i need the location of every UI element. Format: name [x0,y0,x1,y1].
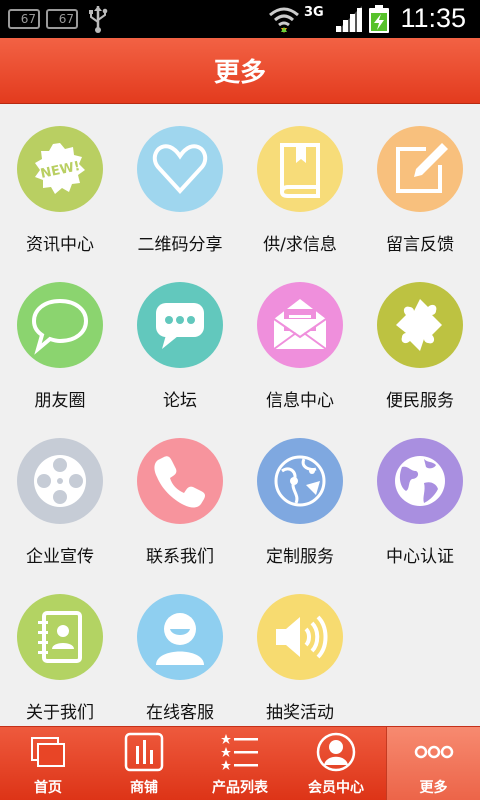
envelope-icon [257,282,343,368]
grid-item-forum[interactable]: 论坛 [120,260,240,416]
signal-icon [336,6,362,32]
usb-icon [89,6,108,33]
speaker-icon [257,594,343,680]
tab-more[interactable]: 更多 [386,727,480,800]
edit-icon [377,126,463,212]
grid-item-moments[interactable]: 朋友圈 [0,260,120,416]
notification-icon: 67 [46,9,78,29]
grid-item-lottery[interactable]: 抽奖活动 [240,572,360,728]
grid-item-online-support[interactable]: 在线客服 [120,572,240,728]
grid-item-label: 企业宣传 [26,547,94,567]
grid-item-convenience[interactable]: 便民服务 [360,260,480,416]
grid-item-feedback[interactable]: 留言反馈 [360,104,480,260]
new-badge-icon: NEW! [17,126,103,212]
shop-chart-icon [124,732,164,772]
page-title: 更多 [213,58,266,88]
grid-item-label: 供/求信息 [263,235,337,255]
notification-icon: 67 [8,9,40,29]
grid-item-about[interactable]: 关于我们 [0,572,120,728]
globe-icon [377,438,463,524]
tab-label: 首页 [34,780,62,796]
network-type: 3G [304,5,324,20]
chat-icon [137,282,223,368]
network-globe-icon [257,438,343,524]
heart-icon [137,126,223,212]
tab-label: 会员中心 [308,780,364,796]
home-windows-icon [31,737,65,767]
tab-label: 商铺 [130,780,158,796]
book-icon [257,126,343,212]
tab-products[interactable]: 产品列表 [192,727,288,800]
grid-item-label: 中心认证 [386,547,454,567]
feature-grid: NEW! 资讯中心 二维码分享 供/求信息 留言反馈 朋友圈 论坛 信息中心 便… [0,104,480,726]
grid-item-supply-demand[interactable]: 供/求信息 [240,104,360,260]
tab-shop[interactable]: 商铺 [96,727,192,800]
grid-item-label: 朋友圈 [34,391,86,411]
grid-item-label: 在线客服 [146,703,214,723]
grid-item-promotion[interactable]: 企业宣传 [0,416,120,572]
grid-item-label: 抽奖活动 [266,703,334,723]
phone-icon [137,438,223,524]
notification-count: 67 [58,12,74,26]
puzzle-icon [377,282,463,368]
grid-item-qr-share[interactable]: 二维码分享 [120,104,240,260]
grid-item-label: 论坛 [163,391,197,411]
status-time: 11:35 [400,3,466,33]
grid-item-contact[interactable]: 联系我们 [120,416,240,572]
grid-item-label: 资讯中心 [26,235,94,255]
grid-item-custom-service[interactable]: 定制服务 [240,416,360,572]
bottom-tab-bar: 首页 商铺 产品列表 会员中心 更多 [0,726,480,800]
grid-item-label: 信息中心 [266,391,334,411]
grid-item-label: 关于我们 [26,703,94,723]
star-list-icon [221,734,258,770]
grid-item-label: 定制服务 [266,547,334,567]
more-dots-icon [414,745,454,759]
grid-item-label: 留言反馈 [386,235,454,255]
grid-item-certification[interactable]: 中心认证 [360,416,480,572]
tab-member-center[interactable]: 会员中心 [288,727,384,800]
grid-item-label: 联系我们 [146,547,214,567]
wifi-icon [269,7,299,33]
status-bar: 67 67 3G 11:35 [0,0,480,38]
notification-count: 67 [20,12,36,26]
grid-item-messages[interactable]: 信息中心 [240,260,360,416]
grid-item-label: 二维码分享 [137,235,223,255]
member-icon [316,732,356,772]
film-reel-icon [17,438,103,524]
contacts-book-icon [17,594,103,680]
speech-bubble-icon [17,282,103,368]
title-bar: 更多 [0,38,480,104]
battery-icon [369,5,389,33]
tab-label: 产品列表 [212,780,268,796]
grid-item-news[interactable]: NEW! 资讯中心 [0,104,120,260]
tab-home[interactable]: 首页 [0,727,96,800]
user-icon [137,594,223,680]
tab-label: 更多 [419,780,448,796]
grid-item-label: 便民服务 [386,391,454,411]
